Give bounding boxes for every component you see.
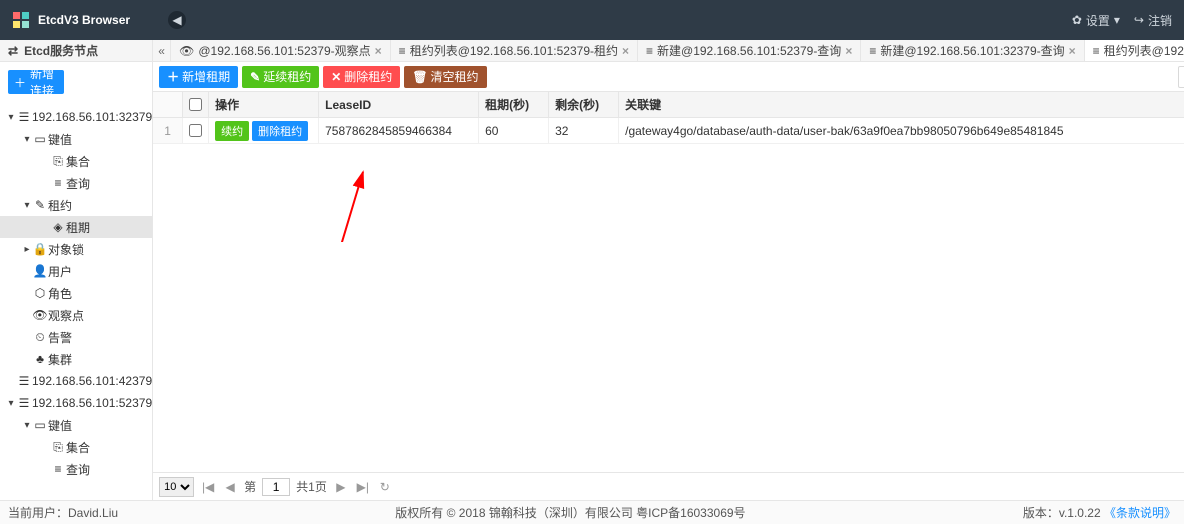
tab[interactable]: ≡新建@192.168.56.101:32379-查询× <box>861 40 1084 61</box>
plus-icon: ＋ <box>14 74 26 91</box>
sidebar-item-users[interactable]: 👤用户 <box>0 260 152 282</box>
list-icon: ≡ <box>399 44 406 58</box>
app-logo-icon <box>12 11 30 29</box>
cell-lease-id: 7587862845859466384 <box>319 118 479 143</box>
list-icon: ≡ <box>1093 44 1100 58</box>
page-input[interactable] <box>262 478 290 496</box>
database-icon: ☰ <box>16 374 32 388</box>
sidebar-item-query[interactable]: ≡查询 <box>0 458 152 480</box>
tab[interactable]: 👁@192.168.56.101:52379-观察点× <box>171 40 391 61</box>
close-icon[interactable]: × <box>622 44 629 58</box>
collapse-sidebar-button[interactable]: ◀ <box>168 11 186 29</box>
role-icon: ⬡ <box>32 286 48 300</box>
version: v.1.0.22 <box>1059 506 1101 520</box>
version-label: 版本： <box>1023 504 1059 521</box>
tabs-scroll-left-button[interactable]: « <box>153 40 171 61</box>
sidebar-item-query[interactable]: ≡查询 <box>0 172 152 194</box>
tab[interactable]: ≡新建@192.168.56.101:52379-查询× <box>638 40 861 61</box>
database-icon: ☰ <box>16 396 32 410</box>
sidebar-item-alarm[interactable]: ⏲告警 <box>0 326 152 348</box>
close-icon[interactable]: × <box>845 44 852 58</box>
cluster-icon: ♣ <box>32 352 48 366</box>
column-ttl: 租期(秒) <box>479 92 549 117</box>
add-connection-button[interactable]: ＋新增连接 <box>8 70 64 94</box>
prev-page-button[interactable]: ◀ <box>222 479 238 495</box>
column-checkbox <box>183 92 209 117</box>
tree-icon: ⇄ <box>8 44 18 58</box>
lease-group[interactable]: ▾✎租约 <box>0 194 152 216</box>
cell-remain: 32 <box>549 118 619 143</box>
server-node[interactable]: ▾☰192.168.56.101:52379 <box>0 392 152 414</box>
search-input[interactable] <box>1178 66 1184 88</box>
page-size-select[interactable]: 10 <box>159 477 194 497</box>
cell-ttl: 60 <box>479 118 549 143</box>
last-page-button[interactable]: ▶| <box>355 479 371 495</box>
settings-button[interactable]: ✿设置 ▾ <box>1072 12 1120 29</box>
renew-lease-button[interactable]: ✎延续租约 <box>242 66 319 88</box>
sidebar-item-lease-period[interactable]: ◈租期 <box>0 216 152 238</box>
collection-icon: ⎘ <box>50 154 66 169</box>
app-title: EtcdV3 Browser <box>38 13 130 27</box>
sidebar-item-lock[interactable]: ▸🔒对象锁 <box>0 238 152 260</box>
select-all-checkbox[interactable] <box>189 98 202 111</box>
list-icon: ≡ <box>869 44 876 58</box>
column-remain: 剩余(秒) <box>549 92 619 117</box>
folder-icon: ▭ <box>32 132 48 146</box>
clear-lease-button[interactable]: 🗑清空租约 <box>404 66 486 88</box>
sidebar-item-cluster[interactable]: ♣集群 <box>0 348 152 370</box>
new-lease-button[interactable]: ＋新增租期 <box>159 66 238 88</box>
column-lease-id: LeaseID <box>319 92 479 117</box>
current-user: David.Liu <box>68 506 118 520</box>
row-delete-button[interactable]: 删除租约 <box>252 121 308 141</box>
row-renew-button[interactable]: 续约 <box>215 121 249 141</box>
tab[interactable]: ≡租约列表@192.168.56.101:32379-租约× <box>1085 40 1184 61</box>
column-key: 关联键 <box>619 92 1184 117</box>
collection-icon: ⎘ <box>50 440 66 455</box>
lock-icon: 🔒 <box>32 242 48 256</box>
next-page-button[interactable]: ▶ <box>333 479 349 495</box>
list-icon: ≡ <box>50 462 66 476</box>
sidebar-item-collection[interactable]: ⎘集合 <box>0 150 152 172</box>
cell-key: /gateway4go/database/auth-data/user-bak/… <box>619 118 1184 143</box>
sidebar-item-collection[interactable]: ⎘集合 <box>0 436 152 458</box>
user-icon: 👤 <box>32 264 48 278</box>
close-icon[interactable]: × <box>1069 44 1076 58</box>
eye-icon: 👁 <box>32 308 48 322</box>
server-node[interactable]: ▾☰192.168.56.101:32379 <box>0 106 152 128</box>
refresh-button[interactable]: ↻ <box>377 479 393 495</box>
page-total: 共1页 <box>296 478 327 495</box>
list-icon: ≡ <box>646 44 653 58</box>
logout-icon: ↪ <box>1134 13 1144 27</box>
close-icon[interactable]: × <box>375 44 382 58</box>
gear-icon: ✿ <box>1072 13 1082 27</box>
list-icon: ≡ <box>50 176 66 190</box>
logout-button[interactable]: ↪注销 <box>1134 12 1172 29</box>
plug-icon: ✎ <box>32 198 48 212</box>
first-page-button[interactable]: |◀ <box>200 479 216 495</box>
page-label: 第 <box>244 478 256 495</box>
delete-lease-button[interactable]: ✕删除租约 <box>323 66 400 88</box>
server-node[interactable]: ☰192.168.56.101:42379 <box>0 370 152 392</box>
sidebar-header: Etcd服务节点 <box>24 42 98 59</box>
tab[interactable]: ≡租约列表@192.168.56.101:52379-租约× <box>391 40 638 61</box>
sidebar-item-watch[interactable]: 👁观察点 <box>0 304 152 326</box>
column-rownum <box>153 92 183 117</box>
folder-icon: ▭ <box>32 418 48 432</box>
column-operation: 操作 <box>209 92 319 117</box>
kv-group[interactable]: ▾▭键值 <box>0 128 152 150</box>
eye-icon: 👁 <box>179 44 194 58</box>
current-user-label: 当前用户： <box>8 504 68 521</box>
table-row[interactable]: 1 续约 删除租约 7587862845859466384 60 32 /gat… <box>153 118 1184 144</box>
database-icon: ☰ <box>16 110 32 124</box>
terms-link[interactable]: 《条款说明》 <box>1104 504 1176 521</box>
tag-icon: ◈ <box>50 220 66 234</box>
copyright: 版权所有 © 2018 锦翰科技（深圳）有限公司 粤ICP备16033069号 <box>118 504 1023 521</box>
cell-rownum: 1 <box>153 118 183 143</box>
alarm-icon: ⏲ <box>32 330 48 345</box>
sidebar-item-roles[interactable]: ⬡角色 <box>0 282 152 304</box>
kv-group[interactable]: ▾▭键值 <box>0 414 152 436</box>
row-checkbox[interactable] <box>189 124 202 137</box>
